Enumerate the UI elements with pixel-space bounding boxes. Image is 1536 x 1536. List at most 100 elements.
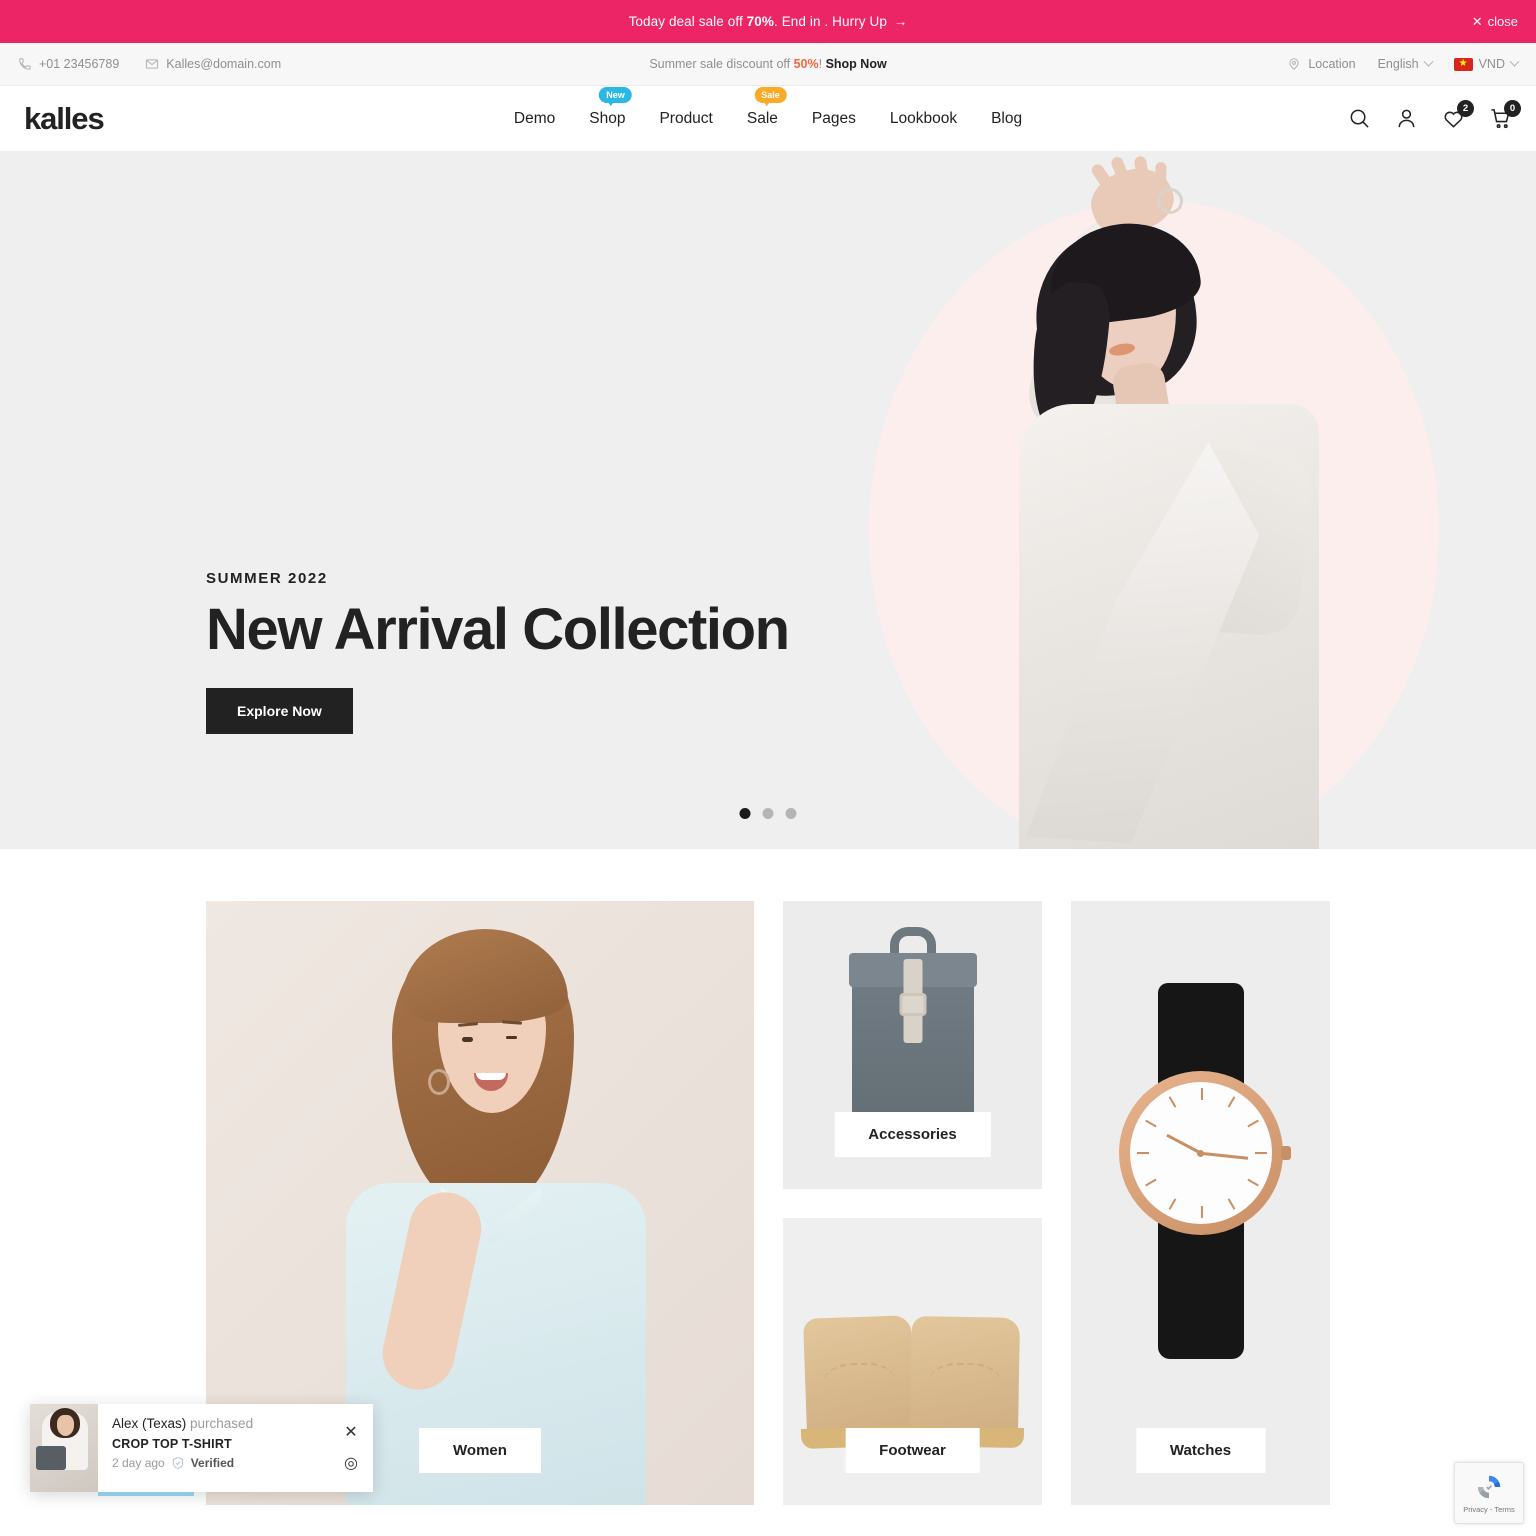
notification-action: purchased <box>186 1416 254 1431</box>
site-header: kalles Demo New Shop Product Sale Sale P… <box>0 86 1536 152</box>
announcement-close-label: close <box>1487 14 1518 29</box>
promo-excl: ! <box>818 57 826 71</box>
nav-item-blog[interactable]: Blog <box>991 104 1022 134</box>
nav-label: Pages <box>811 109 856 127</box>
notification-headline: Alex (Texas) purchased <box>112 1414 317 1434</box>
category-label-footwear: Footwear <box>845 1428 980 1473</box>
arrow-right-icon: → <box>893 14 908 29</box>
boot-right <box>903 1316 1025 1449</box>
nav-item-demo[interactable]: Demo <box>514 104 555 134</box>
explore-now-button[interactable]: Explore Now <box>206 687 353 734</box>
header-icon-group: 2 0 <box>1348 100 1521 130</box>
watch-dial <box>1129 1082 1272 1224</box>
account-button[interactable] <box>1395 107 1418 130</box>
promo-text-before: Summer sale discount off <box>649 57 794 71</box>
nav-item-sale[interactable]: Sale Sale <box>746 86 787 134</box>
category-column-middle: Accessories Footwear <box>783 901 1042 1505</box>
slider-dot-2[interactable] <box>762 808 774 819</box>
notification-verified-label: Verified <box>190 1455 235 1470</box>
recaptcha-text: Privacy - Terms <box>1463 1505 1515 1514</box>
woman-earring <box>428 1069 450 1095</box>
hero-model-image <box>941 152 1341 849</box>
nav-badge-new: New <box>599 86 632 106</box>
utility-bar: +01 23456789 Kalles@domain.com Summer sa… <box>0 43 1536 86</box>
announcement-bar: Today deal sale off 70%. End in . Hurry … <box>0 0 1536 43</box>
slider-dot-1[interactable] <box>739 808 751 819</box>
category-label-watches: Watches <box>1135 1428 1266 1473</box>
notification-customer: Alex (Texas) <box>112 1416 187 1431</box>
recaptcha-badge[interactable]: Privacy - Terms <box>1454 1462 1524 1524</box>
hero-slider: SUMMER 2022 New Arrival Collection Explo… <box>0 152 1536 849</box>
announcement-text-after: . End in . Hurry Up <box>774 14 891 29</box>
nav-label: Shop <box>589 109 626 127</box>
wishlist-count-badge: 2 <box>1457 100 1474 117</box>
envelope-icon <box>145 57 159 71</box>
watch-minute-hand <box>1200 1151 1249 1160</box>
notification-product-name[interactable]: CROP TOP T-SHIRT <box>112 1434 317 1454</box>
boot-seam <box>926 1362 1004 1422</box>
thumbnail-face <box>57 1415 74 1436</box>
announcement-percent: 70% <box>746 14 774 29</box>
nav-item-product[interactable]: Product <box>659 104 712 134</box>
nav-item-lookbook[interactable]: Lookbook <box>890 104 957 134</box>
hero-eyebrow: SUMMER 2022 <box>206 570 328 587</box>
nav-item-shop[interactable]: New Shop <box>589 86 632 134</box>
notification-actions: ✕ ◎ <box>329 1404 373 1492</box>
nav-label: Sale <box>746 109 778 127</box>
map-pin-icon <box>1287 57 1301 71</box>
verified-shield-icon <box>171 1456 185 1470</box>
nav-label: Demo <box>513 109 556 127</box>
close-icon: ✕ <box>1471 13 1483 29</box>
vietnam-flag-icon: ★ <box>1453 57 1473 71</box>
watch-center-pin <box>1197 1149 1204 1157</box>
slider-dot-3[interactable] <box>785 808 797 819</box>
site-logo[interactable]: kalles <box>24 101 105 137</box>
watch-hour-hand <box>1166 1133 1202 1155</box>
utility-contact-group: +01 23456789 Kalles@domain.com <box>18 57 281 71</box>
language-label: English <box>1377 57 1419 71</box>
currency-selector[interactable]: ★ VND <box>1453 56 1520 71</box>
phone-link[interactable]: +01 23456789 <box>18 57 119 71</box>
notification-time: 2 day ago <box>112 1455 165 1470</box>
category-label-women: Women <box>419 1428 541 1473</box>
cart-count-badge: 0 <box>1504 100 1521 117</box>
location-button[interactable]: Location <box>1287 57 1356 71</box>
category-column-right: Watches <box>1071 901 1330 1505</box>
purchase-notification: Alex (Texas) purchased CROP TOP T-SHIRT … <box>30 1404 373 1496</box>
notification-view-icon[interactable]: ◎ <box>344 1453 358 1473</box>
nav-item-pages[interactable]: Pages <box>812 104 856 134</box>
category-card-accessories[interactable]: Accessories <box>783 901 1042 1189</box>
notification-product-thumbnail <box>30 1404 98 1492</box>
nav-label: Product <box>659 109 713 127</box>
promo-percent: 50% <box>793 57 819 71</box>
woman-eye-wink <box>506 1036 517 1039</box>
email-text: Kalles@domain.com <box>166 57 282 71</box>
search-icon <box>1350 109 1369 128</box>
announcement-text: Today deal sale off 70%. End in . Hurry … <box>629 14 908 29</box>
search-button[interactable] <box>1348 107 1371 130</box>
category-card-watches[interactable]: Watches <box>1071 901 1330 1505</box>
main-navigation: Demo New Shop Product Sale Sale Pages Lo… <box>514 86 1022 134</box>
category-card-footwear[interactable]: Footwear <box>783 1218 1042 1505</box>
location-label: Location <box>1308 57 1356 71</box>
language-selector[interactable]: English <box>1377 56 1434 71</box>
boot-seam <box>820 1361 899 1423</box>
phone-icon <box>18 57 32 71</box>
promo-shop-now-link[interactable]: Shop Now <box>826 57 887 71</box>
notification-meta: 2 day ago Verified <box>112 1454 317 1473</box>
announcement-close-button[interactable]: ✕ close <box>1472 14 1518 30</box>
email-link[interactable]: Kalles@domain.com <box>145 57 281 71</box>
hero-title: New Arrival Collection <box>206 597 790 662</box>
recaptcha-icon <box>1474 1472 1504 1502</box>
nav-label: Blog <box>991 109 1023 127</box>
category-label-accessories: Accessories <box>834 1112 991 1157</box>
cart-button[interactable]: 0 <box>1489 100 1521 130</box>
notification-progress-bar <box>98 1492 194 1496</box>
backpack-buckle <box>899 993 926 1016</box>
woman-eye <box>462 1037 473 1042</box>
boot-left <box>800 1315 922 1450</box>
thumbnail-bag <box>36 1446 66 1470</box>
notification-close-button[interactable]: ✕ <box>344 1422 357 1442</box>
wishlist-button[interactable]: 2 <box>1442 100 1474 130</box>
chevron-down-icon <box>1423 56 1434 67</box>
